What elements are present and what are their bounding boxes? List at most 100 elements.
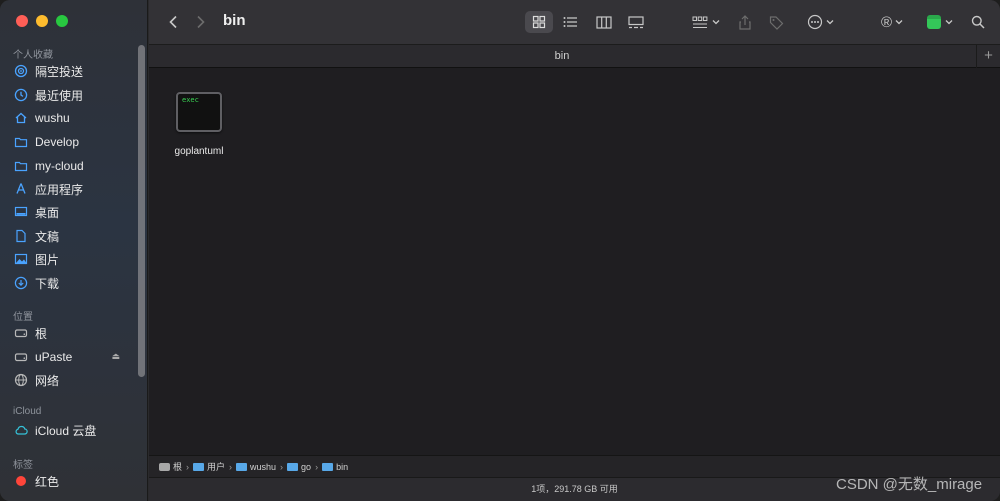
disk-icon bbox=[159, 462, 170, 471]
sidebar-item-network[interactable]: 网络 bbox=[14, 369, 134, 391]
toolbar: bin ® bbox=[149, 0, 1000, 44]
folder-icon bbox=[236, 462, 248, 471]
green-app-icon bbox=[927, 15, 941, 29]
sidebar-scrollbar[interactable] bbox=[138, 45, 145, 377]
sidebar-item-label: uPaste bbox=[35, 350, 73, 364]
sidebar-item-label: wushu bbox=[35, 111, 70, 125]
file-item[interactable]: exec goplantuml bbox=[169, 92, 229, 157]
sidebar-item-label: 图片 bbox=[35, 252, 60, 267]
zoom-button[interactable] bbox=[56, 15, 68, 27]
desktop-icon bbox=[14, 205, 28, 219]
photos-icon bbox=[14, 252, 28, 266]
sidebar: 个人收藏 隔空投送 最近使用 wushu Develop my-cloud 应用… bbox=[0, 0, 148, 501]
main-area: bin ® bin + exec goplantuml 根 › 用户 › wus… bbox=[149, 0, 1000, 501]
sidebar-item-label: 根 bbox=[35, 326, 48, 341]
sidebar-item-develop[interactable]: Develop bbox=[14, 131, 134, 153]
folder-icon bbox=[322, 462, 334, 471]
favorites-section-title: 个人收藏 bbox=[13, 50, 53, 61]
disk-icon bbox=[14, 326, 28, 340]
sidebar-item-label: 红色 bbox=[35, 474, 60, 489]
sidebar-item-icloud-drive[interactable]: iCloud 云盘 bbox=[14, 419, 134, 441]
sidebar-item-pictures[interactable]: 图片 bbox=[14, 248, 134, 270]
close-button[interactable] bbox=[16, 15, 28, 27]
columns-icon bbox=[596, 15, 612, 29]
folder-icon bbox=[193, 462, 205, 471]
cloud-icon bbox=[14, 423, 28, 437]
column-view-button[interactable] bbox=[591, 11, 617, 33]
tab-bin[interactable]: bin bbox=[149, 50, 975, 62]
folder-icon bbox=[14, 159, 28, 173]
tags-section-title: 标签 bbox=[13, 460, 33, 471]
sidebar-item-label: Develop bbox=[35, 135, 80, 149]
list-view-button[interactable] bbox=[557, 11, 583, 33]
file-name: goplantuml bbox=[174, 146, 224, 157]
gallery-icon bbox=[628, 15, 644, 28]
sidebar-item-root[interactable]: 根 bbox=[14, 322, 134, 344]
list-icon bbox=[563, 17, 577, 27]
home-icon bbox=[14, 111, 28, 125]
chevron-right-icon: › bbox=[186, 461, 190, 472]
airdrop-icon bbox=[14, 64, 28, 78]
sidebar-item-label: 下载 bbox=[35, 276, 60, 291]
breadcrumb-bin[interactable]: bin bbox=[322, 462, 348, 472]
breadcrumb-wushu[interactable]: wushu bbox=[236, 462, 276, 472]
sidebar-item-airdrop[interactable]: 隔空投送 bbox=[14, 60, 134, 82]
share-button[interactable] bbox=[735, 11, 755, 33]
sidebar-item-recents[interactable]: 最近使用 bbox=[14, 84, 134, 106]
breadcrumb-users[interactable]: 用户 bbox=[193, 460, 225, 473]
new-tab-button[interactable]: + bbox=[976, 45, 1000, 68]
file-browser-content[interactable]: exec goplantuml bbox=[149, 68, 1000, 455]
back-button[interactable] bbox=[163, 11, 183, 33]
search-icon bbox=[971, 15, 985, 29]
tag-button[interactable] bbox=[765, 11, 787, 33]
share-icon bbox=[739, 14, 751, 30]
download-icon bbox=[14, 276, 28, 290]
more-actions-button[interactable] bbox=[803, 11, 837, 33]
icloud-section-title: iCloud bbox=[13, 406, 42, 417]
sidebar-item-label: 隔空投送 bbox=[35, 64, 84, 79]
group-grid-icon bbox=[692, 16, 708, 28]
sidebar-item-label: 应用程序 bbox=[35, 182, 84, 197]
group-by-button[interactable] bbox=[689, 11, 723, 33]
sidebar-item-label: 文稿 bbox=[35, 229, 60, 244]
sidebar-item-downloads[interactable]: 下载 bbox=[14, 272, 134, 294]
sidebar-item-my-cloud[interactable]: my-cloud bbox=[14, 155, 134, 177]
sidebar-item-documents[interactable]: 文稿 bbox=[14, 225, 134, 247]
sidebar-item-applications[interactable]: 应用程序 bbox=[14, 178, 134, 200]
breadcrumb-root[interactable]: 根 bbox=[159, 460, 182, 473]
chevron-down-icon bbox=[712, 20, 720, 25]
icon-view-button[interactable] bbox=[525, 11, 553, 33]
sidebar-item-desktop[interactable]: 桌面 bbox=[14, 201, 134, 223]
watermark-text: CSDN @无数_mirage bbox=[836, 476, 983, 493]
chevron-down-icon bbox=[826, 20, 833, 25]
grid-icon bbox=[532, 15, 546, 29]
tag-icon bbox=[769, 15, 783, 30]
folder-icon bbox=[14, 135, 28, 149]
chevron-right-icon: › bbox=[315, 461, 319, 472]
exec-badge: exec bbox=[182, 96, 199, 104]
ellipsis-circle-icon bbox=[807, 14, 822, 30]
sidebar-item-label: iCloud 云盘 bbox=[35, 423, 97, 438]
eject-icon[interactable]: ⏏ bbox=[111, 351, 120, 362]
search-button[interactable] bbox=[967, 11, 989, 33]
registered-extension-button[interactable]: ® bbox=[877, 11, 907, 33]
traffic-lights bbox=[16, 15, 68, 27]
minimize-button[interactable] bbox=[36, 15, 48, 27]
chevron-down-icon bbox=[945, 20, 953, 25]
sidebar-item-label: my-cloud bbox=[35, 159, 84, 173]
sidebar-item-upaste[interactable]: uPaste ⏏ bbox=[14, 346, 120, 368]
breadcrumb-go[interactable]: go bbox=[287, 462, 311, 472]
clock-icon bbox=[14, 88, 28, 102]
applications-icon bbox=[14, 182, 28, 196]
gallery-view-button[interactable] bbox=[623, 11, 649, 33]
sidebar-item-label: 网络 bbox=[35, 373, 60, 388]
terminal-executable-icon: exec bbox=[176, 92, 222, 132]
red-tag-icon bbox=[16, 476, 26, 486]
locations-section-title: 位置 bbox=[13, 312, 33, 323]
finder-window: 个人收藏 隔空投送 最近使用 wushu Develop my-cloud 应用… bbox=[0, 0, 1000, 501]
app-extension-button[interactable] bbox=[924, 11, 956, 33]
sidebar-item-home[interactable]: wushu bbox=[14, 107, 134, 129]
sidebar-item-tag-red[interactable]: 红色 bbox=[14, 470, 134, 492]
forward-button[interactable] bbox=[191, 11, 211, 33]
sidebar-item-label: 桌面 bbox=[35, 205, 60, 220]
